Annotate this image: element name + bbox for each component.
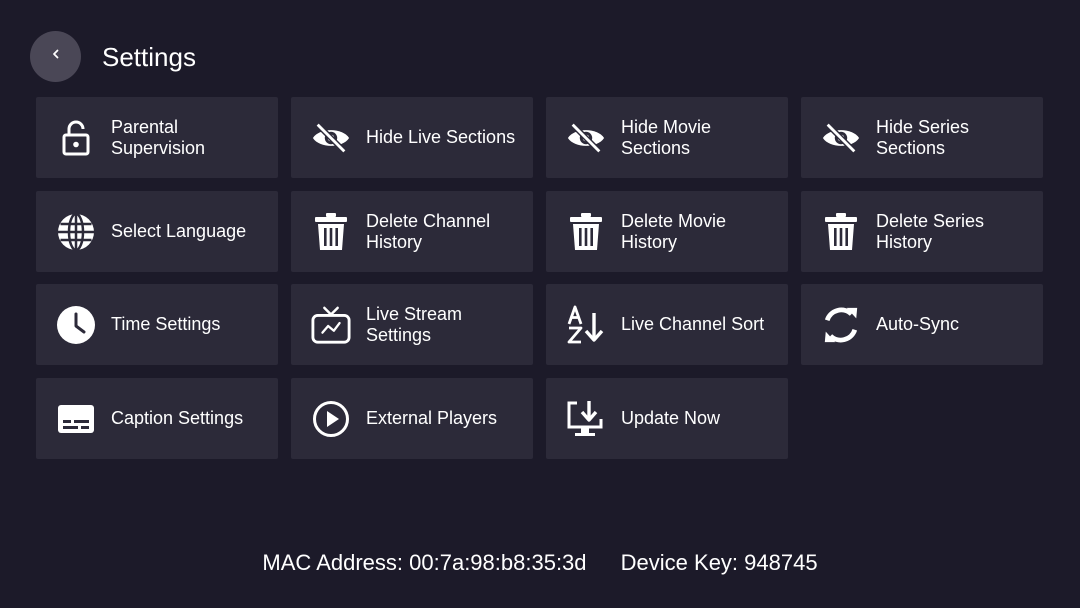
hide-series-sections-tile[interactable]: Hide Series Sections [801, 97, 1043, 178]
tile-label: External Players [366, 408, 498, 428]
delete-channel-history-tile[interactable]: Delete Channel History [291, 191, 533, 272]
parental-supervision-tile[interactable]: Parental Supervision [36, 97, 278, 178]
chevron-left-icon [49, 47, 63, 66]
sort-az-icon [566, 305, 606, 345]
tile-label: Hide Movie Sections [621, 116, 712, 158]
tile-label: Parental Supervision [111, 116, 206, 158]
eye-off-icon [566, 118, 606, 158]
tile-label: Update Now [621, 408, 721, 428]
trash-icon [821, 212, 861, 252]
live-channel-sort-tile[interactable]: Live Channel Sort [546, 284, 788, 365]
hide-live-sections-tile[interactable]: Hide Live Sections [291, 97, 533, 178]
auto-sync-tile[interactable]: Auto-Sync [801, 284, 1043, 365]
time-settings-tile[interactable]: Time Settings [36, 284, 278, 365]
tile-label: Delete Channel History [366, 210, 491, 252]
caption-icon [56, 399, 96, 439]
play-circle-icon [311, 399, 351, 439]
tile-label: Hide Series Sections [876, 116, 970, 158]
lock-icon [56, 118, 96, 158]
delete-series-history-tile[interactable]: Delete Series History [801, 191, 1043, 272]
tile-label: Hide Live Sections [366, 127, 516, 147]
hide-movie-sections-tile[interactable]: Hide Movie Sections [546, 97, 788, 178]
eye-off-icon [821, 118, 861, 158]
tile-label: Select Language [111, 221, 247, 241]
select-language-tile[interactable]: Select Language [36, 191, 278, 272]
tile-label: Delete Movie History [621, 210, 727, 252]
caption-settings-tile[interactable]: Caption Settings [36, 378, 278, 459]
tile-label: Time Settings [111, 314, 221, 334]
tile-label: Auto-Sync [876, 314, 960, 334]
mac-address: MAC Address: 00:7a:98:b8:35:3d [262, 550, 587, 575]
external-players-tile[interactable]: External Players [291, 378, 533, 459]
settings-screen: Settings Parental Supervision Hide Live … [0, 0, 1080, 608]
tile-label: Caption Settings [111, 408, 244, 428]
trash-icon [311, 212, 351, 252]
tile-label: Live Stream Settings [366, 303, 463, 345]
tile-label: Delete Series History [876, 210, 985, 252]
clock-icon [56, 305, 96, 345]
tv-icon [311, 305, 351, 345]
download-screen-icon [566, 399, 606, 439]
device-key: Device Key: 948745 [620, 550, 818, 575]
globe-icon [56, 212, 96, 252]
tile-label: Live Channel Sort [621, 314, 765, 334]
device-info: MAC Address: 00:7a:98:b8:35:3d Device Ke… [0, 547, 1080, 579]
sync-icon [821, 305, 861, 345]
trash-icon [566, 212, 606, 252]
eye-off-icon [311, 118, 351, 158]
back-button[interactable] [30, 31, 81, 82]
update-now-tile[interactable]: Update Now [546, 378, 788, 459]
page-title: Settings [102, 42, 196, 72]
live-stream-settings-tile[interactable]: Live Stream Settings [291, 284, 533, 365]
delete-movie-history-tile[interactable]: Delete Movie History [546, 191, 788, 272]
